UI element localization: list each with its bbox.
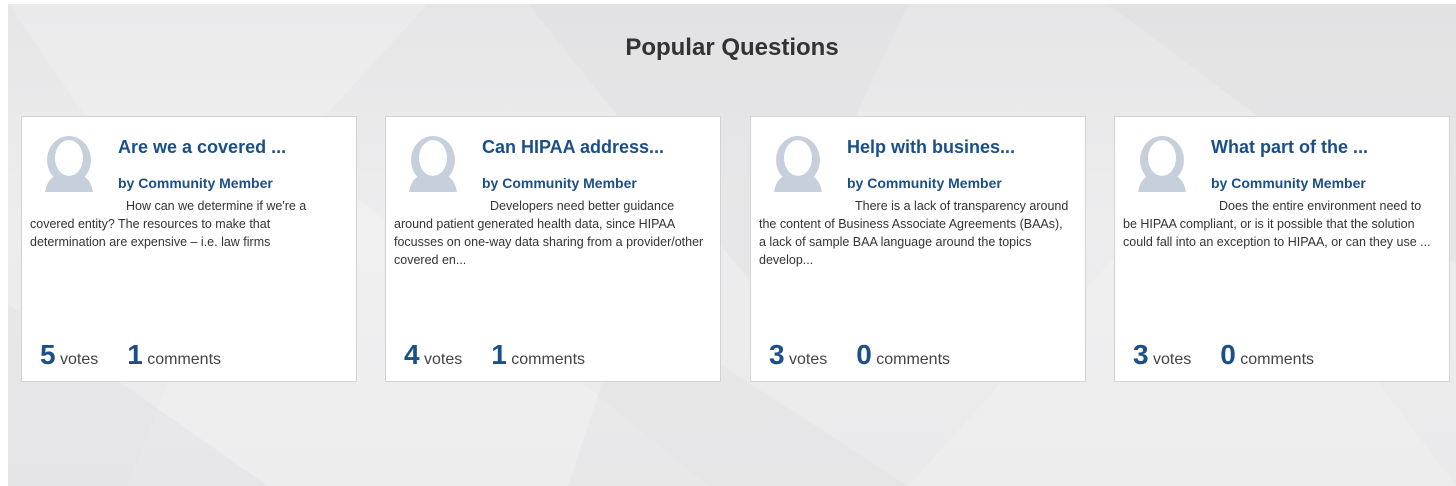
question-author: by Community Member	[1211, 175, 1366, 191]
person-silhouette-icon	[409, 136, 457, 192]
question-author: by Community Member	[118, 175, 273, 191]
question-excerpt-text: Does the entire environment need to be H…	[1123, 199, 1431, 249]
votes-label: votes	[1153, 351, 1192, 368]
votes-label: votes	[789, 351, 828, 368]
popular-questions-section: Popular Questions Are we a covered ... b…	[8, 4, 1456, 486]
person-silhouette-icon	[45, 136, 93, 192]
comments-count: 0	[856, 339, 872, 370]
question-excerpt-text: How can we determine if we're a covered …	[30, 199, 307, 249]
votes-label: votes	[424, 351, 463, 368]
question-title-link[interactable]: Are we a covered ...	[118, 137, 286, 158]
question-title-link[interactable]: What part of the ...	[1211, 137, 1368, 158]
comments-label: comments	[511, 351, 586, 368]
votes-count: 5	[40, 339, 56, 370]
section-title: Popular Questions	[625, 34, 839, 61]
votes-label: votes	[60, 351, 99, 368]
comments-label: comments	[876, 351, 951, 368]
question-card[interactable]: Help with busines... by Community Member…	[750, 116, 1086, 382]
person-silhouette-icon	[774, 136, 822, 192]
question-excerpt: Does the entire environment need to be H…	[1123, 197, 1435, 251]
comments-count: 0	[1220, 339, 1236, 370]
question-stats: 5 votes 1 comments	[40, 339, 221, 371]
question-card[interactable]: Can HIPAA address... by Community Member…	[385, 116, 721, 382]
votes-count: 4	[404, 339, 420, 370]
question-excerpt-text: Developers need better guidance around p…	[394, 199, 704, 267]
question-title-link[interactable]: Can HIPAA address...	[482, 137, 664, 158]
comments-count: 1	[127, 339, 143, 370]
comments-label: comments	[1240, 351, 1315, 368]
question-title-link[interactable]: Help with busines...	[847, 137, 1015, 158]
question-card[interactable]: Are we a covered ... by Community Member…	[21, 116, 357, 382]
question-excerpt: How can we determine if we're a covered …	[30, 197, 342, 251]
question-stats: 3 votes 0 comments	[1133, 339, 1314, 371]
question-stats: 4 votes 1 comments	[404, 339, 585, 371]
question-stats: 3 votes 0 comments	[769, 339, 950, 371]
comments-count: 1	[491, 339, 507, 370]
question-excerpt: There is a lack of transparency around t…	[759, 197, 1071, 269]
comments-label: comments	[147, 351, 222, 368]
question-excerpt-text: There is a lack of transparency around t…	[759, 199, 1069, 267]
votes-count: 3	[769, 339, 785, 370]
question-author: by Community Member	[482, 175, 637, 191]
votes-count: 3	[1133, 339, 1149, 370]
question-card[interactable]: What part of the ... by Community Member…	[1114, 116, 1450, 382]
question-excerpt: Developers need better guidance around p…	[394, 197, 706, 269]
person-silhouette-icon	[1138, 136, 1186, 192]
question-author: by Community Member	[847, 175, 1002, 191]
